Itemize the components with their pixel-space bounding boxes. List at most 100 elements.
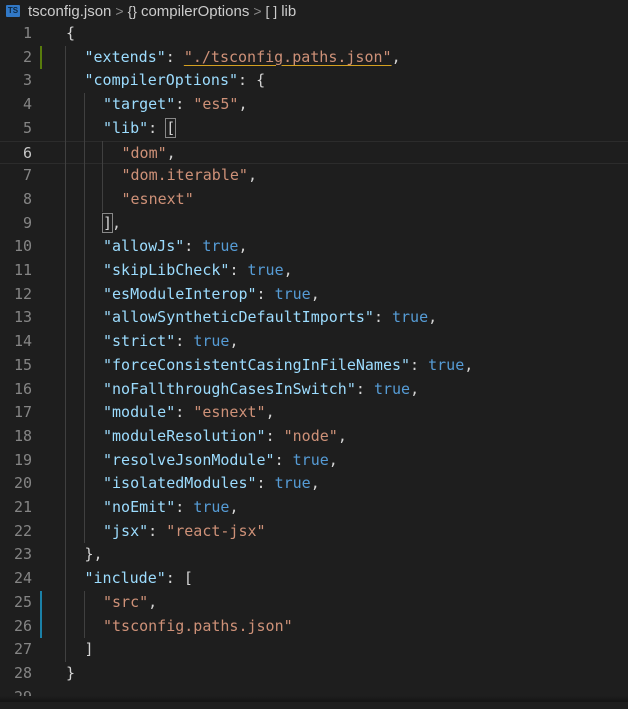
code-token: "jsx" bbox=[103, 521, 149, 540]
code-content: "skipLibCheck": true, bbox=[103, 259, 293, 283]
code-line[interactable]: 10 "allowJs": true, bbox=[0, 235, 628, 259]
code-line[interactable]: 13 "allowSyntheticDefaultImports": true, bbox=[0, 306, 628, 330]
code-token: true bbox=[193, 498, 230, 516]
code-token: "target" bbox=[103, 95, 176, 114]
code-content: "module": "esnext", bbox=[103, 401, 275, 425]
code-token: , bbox=[247, 166, 257, 185]
line-number: 20 bbox=[13, 474, 32, 493]
code-line[interactable]: 27] bbox=[0, 638, 628, 662]
line-number: 25 bbox=[13, 592, 32, 611]
code-token: "allowSyntheticDefaultImports" bbox=[103, 308, 374, 327]
line-number: 19 bbox=[13, 450, 32, 469]
indent-guide bbox=[83, 590, 85, 639]
code-line[interactable]: 8 "esnext" bbox=[0, 188, 628, 212]
code-line[interactable]: 20 "isolatedModules": true, bbox=[0, 472, 628, 496]
line-number: 9 bbox=[22, 213, 32, 232]
code-line[interactable]: 5 "lib": [ bbox=[0, 117, 628, 141]
code-line[interactable]: 16 "noFallthroughCasesInSwitch": true, bbox=[0, 378, 628, 402]
code-token: : bbox=[256, 474, 275, 493]
code-token: , bbox=[464, 355, 474, 374]
code-line[interactable]: 21 "noEmit": true, bbox=[0, 496, 628, 520]
code-content: ], bbox=[101, 212, 121, 236]
code-editor[interactable]: 1{2 "extends": "./tsconfig.paths.json", 3 "… bbox=[0, 22, 628, 706]
code-line[interactable]: 24 "include": [ bbox=[0, 567, 628, 591]
chevron-right-icon: > bbox=[253, 3, 262, 19]
code-token: "compilerOptions" bbox=[84, 71, 239, 90]
code-line[interactable]: 4 "target": "es5", bbox=[0, 93, 628, 117]
code-line[interactable]: 18 "moduleResolution": "node", bbox=[0, 425, 628, 449]
code-token: "lib" bbox=[103, 118, 149, 137]
gutter-modified-marker bbox=[40, 45, 42, 70]
code-content: "target": "es5", bbox=[103, 93, 248, 117]
code-token: true bbox=[193, 332, 230, 351]
line-number: 15 bbox=[13, 355, 32, 374]
code-content: } bbox=[66, 662, 75, 686]
code-line[interactable]: 12 "esModuleInterop": true, bbox=[0, 283, 628, 307]
line-number: 26 bbox=[13, 616, 32, 635]
code-token: : bbox=[175, 332, 194, 351]
code-line[interactable]: 2 "extends": "./tsconfig.paths.json", bbox=[0, 46, 628, 70]
line-number: 18 bbox=[13, 426, 32, 445]
code-token: : bbox=[165, 47, 184, 66]
code-content: "compilerOptions": { bbox=[85, 69, 266, 93]
code-line[interactable]: 14 "strict": true, bbox=[0, 330, 628, 354]
breadcrumb-lib[interactable]: [ ] lib bbox=[266, 3, 297, 20]
code-token: , bbox=[428, 308, 438, 327]
code-content: "esnext" bbox=[122, 188, 194, 212]
line-number: 12 bbox=[13, 284, 32, 303]
line-number: 1 bbox=[22, 24, 32, 42]
line-number: 3 bbox=[22, 71, 32, 90]
code-line[interactable]: 1{ bbox=[0, 22, 628, 46]
code-content: }, bbox=[85, 543, 103, 567]
code-line[interactable]: 6 "dom", bbox=[0, 140, 628, 165]
chevron-right-icon: > bbox=[115, 3, 124, 19]
code-token: : bbox=[148, 521, 167, 540]
code-line[interactable]: 19 "resolveJsonModule": true, bbox=[0, 449, 628, 473]
code-token: "esModuleInterop" bbox=[103, 284, 257, 303]
code-line[interactable]: 15 "forceConsistentCasingInFileNames": tr… bbox=[0, 354, 628, 378]
line-number: 7 bbox=[22, 166, 32, 185]
code-token: true bbox=[274, 284, 311, 303]
code-token: : bbox=[229, 261, 248, 279]
code-token: "noFallthroughCasesInSwitch" bbox=[103, 379, 356, 398]
code-token: true bbox=[292, 450, 329, 469]
code-line[interactable]: 11 "skipLibCheck": true, bbox=[0, 259, 628, 283]
line-number: 21 bbox=[13, 498, 32, 516]
code-token: true bbox=[247, 261, 284, 279]
line-number: 22 bbox=[13, 521, 32, 540]
code-line[interactable]: 28} bbox=[0, 662, 628, 686]
code-content: "tsconfig.paths.json" bbox=[103, 615, 293, 639]
code-token: : bbox=[175, 403, 194, 422]
code-line[interactable]: 7 "dom.iterable", bbox=[0, 164, 628, 188]
code-line[interactable]: 25 "src", bbox=[0, 591, 628, 615]
code-line[interactable]: 23}, bbox=[0, 543, 628, 567]
line-number: 10 bbox=[13, 237, 32, 256]
code-content: "moduleResolution": "node", bbox=[103, 425, 347, 449]
line-number: 13 bbox=[13, 308, 32, 327]
code-line[interactable]: 26 "tsconfig.paths.json" bbox=[0, 615, 628, 639]
code-content: "noEmit": true, bbox=[103, 496, 238, 520]
code-token: ] bbox=[84, 640, 94, 659]
breadcrumb: TS tsconfig.json > {} compilerOptions > … bbox=[0, 0, 628, 22]
code-line[interactable]: 22 "jsx": "react-jsx" bbox=[0, 520, 628, 544]
line-number: 23 bbox=[13, 545, 32, 564]
code-line[interactable]: 17 "module": "esnext", bbox=[0, 401, 628, 425]
code-token: , bbox=[391, 47, 401, 66]
code-token: "resolveJsonModule" bbox=[103, 450, 275, 469]
code-token: : bbox=[373, 308, 392, 327]
code-line[interactable]: 3 "compilerOptions": { bbox=[0, 69, 628, 93]
code-content: "strict": true, bbox=[103, 330, 238, 354]
code-token: : bbox=[410, 355, 429, 374]
line-number: 5 bbox=[22, 118, 32, 137]
code-content: "include": [ bbox=[85, 567, 193, 591]
code-token: : bbox=[184, 237, 203, 256]
code-line[interactable]: 9], bbox=[0, 212, 628, 236]
line-number: 28 bbox=[13, 663, 32, 682]
object-icon: {} bbox=[127, 3, 137, 19]
breadcrumb-file[interactable]: TS tsconfig.json bbox=[0, 3, 111, 20]
indent-guide bbox=[102, 140, 103, 212]
code-token: "noEmit" bbox=[103, 498, 176, 516]
breadcrumb-compiler-options[interactable]: {} compilerOptions bbox=[128, 3, 250, 20]
code-token: "esnext" bbox=[121, 189, 194, 208]
code-token: "esnext" bbox=[193, 403, 266, 422]
